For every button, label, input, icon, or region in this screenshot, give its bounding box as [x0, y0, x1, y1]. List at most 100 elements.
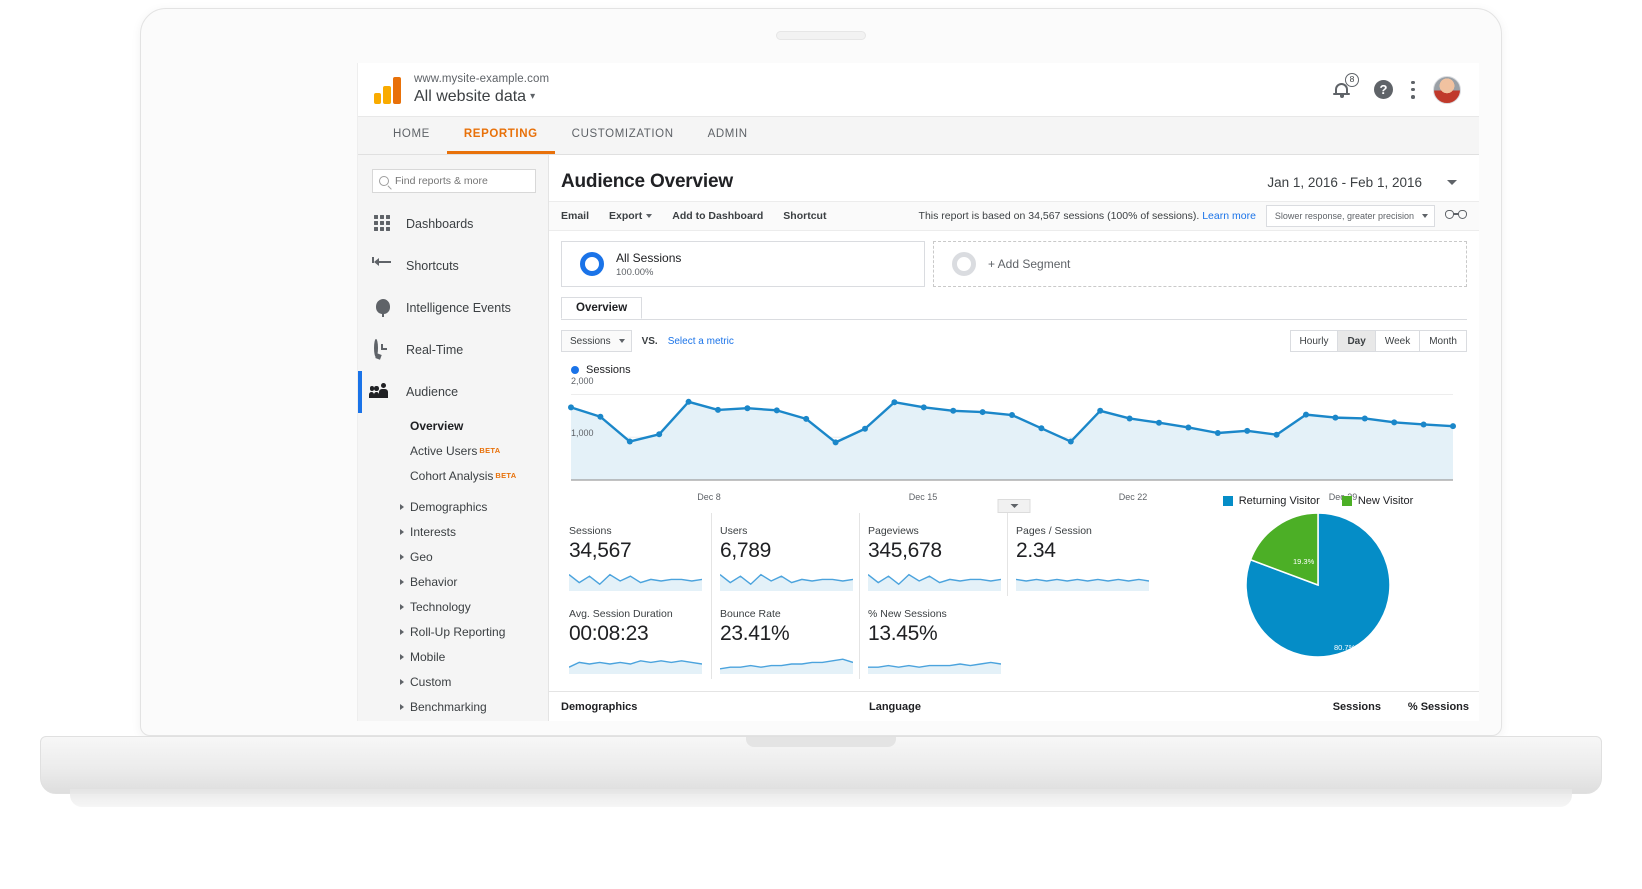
notifications-button[interactable]: 8 [1334, 79, 1356, 101]
date-range-picker[interactable]: Jan 1, 2016 - Feb 1, 2016 [1256, 171, 1457, 194]
tab-customization[interactable]: CUSTOMIZATION [555, 117, 691, 154]
sparkline [868, 569, 1001, 591]
beta-badge: BETA [479, 446, 500, 455]
sidebar-search [358, 165, 548, 203]
tab-reporting[interactable]: REPORTING [447, 117, 555, 154]
pie-legend-item-new[interactable]: New Visitor [1342, 495, 1413, 507]
sidebar-subitem-interests[interactable]: Interests [358, 519, 548, 544]
chart-collapse-button[interactable] [998, 499, 1031, 513]
tab-overview[interactable]: Overview [561, 297, 642, 319]
property-view-name: All website data▾ [414, 87, 549, 107]
metric-selector-row: Sessions VS. Select a metric Hourly Day … [549, 320, 1479, 352]
granularity-week[interactable]: Week [1376, 331, 1420, 351]
sidebar-subitem-behavior[interactable]: Behavior [358, 569, 548, 594]
chevron-right-icon [400, 604, 404, 610]
sidebar-subitem-overview[interactable]: Overview [358, 413, 548, 438]
sidebar-subitem-users-flow[interactable]: Users Flow [358, 719, 548, 721]
date-range-label[interactable]: Jan 1, 2016 - Feb 1, 2016 [1256, 171, 1433, 194]
sidebar-subitem-geo[interactable]: Geo [358, 544, 548, 569]
sidebar-subitem-roll-up-reporting[interactable]: Roll-Up Reporting [358, 619, 548, 644]
primary-metric-select[interactable]: Sessions [561, 330, 632, 352]
sidebar-subitem-mobile[interactable]: Mobile [358, 644, 548, 669]
sidebar-subitem-label: Behavior [410, 575, 457, 589]
metric-value: 13.45% [868, 622, 1007, 646]
x-axis-tick-1: Dec 15 [909, 492, 938, 502]
sessions-line-chart[interactable]: 2,000 1,000 Dec 8 Dec 15 Dec 22 Dec 29 [561, 380, 1467, 500]
search-box[interactable] [372, 169, 536, 193]
precision-selector[interactable]: Slower response, greater precision [1266, 205, 1435, 227]
chevron-down-icon[interactable] [1447, 180, 1457, 185]
add-to-dashboard-button[interactable]: Add to Dashboard [672, 210, 763, 222]
add-segment-label: + Add Segment [988, 257, 1070, 271]
granularity-month[interactable]: Month [1420, 331, 1466, 351]
metric-tile-avg-session-duration[interactable]: Avg. Session Duration 00:08:23 [561, 596, 711, 679]
sidebar-subitem-demographics[interactable]: Demographics [358, 494, 548, 519]
metric-label: Users [720, 525, 859, 537]
export-button[interactable]: Export [609, 210, 652, 222]
laptop-camera-notch [776, 31, 866, 40]
search-input[interactable] [395, 175, 529, 187]
chevron-down-icon[interactable]: ▾ [530, 91, 535, 102]
metric-label: Pageviews [868, 525, 1007, 537]
sidebar-item-shortcuts[interactable]: Shortcuts [358, 245, 548, 287]
sampling-note: This report is based on 34,567 sessions … [919, 210, 1256, 222]
learn-more-link[interactable]: Learn more [1202, 210, 1256, 222]
metric-tile-sessions[interactable]: Sessions 34,567 [561, 513, 711, 596]
sidebar-subitem-technology[interactable]: Technology [358, 594, 548, 619]
laptop-foot [70, 789, 1572, 807]
shortcut-button[interactable]: Shortcut [783, 210, 826, 222]
more-options-icon[interactable] [1411, 81, 1415, 99]
metric-tiles-row-1: Sessions 34,567 Users 6,789 Pageviews [561, 513, 1161, 596]
add-segment-button[interactable]: + Add Segment [933, 241, 1467, 287]
tab-admin[interactable]: ADMIN [691, 117, 765, 154]
balloon-icon [374, 299, 392, 317]
metric-tile-pct-new-sessions[interactable]: % New Sessions 13.45% [859, 596, 1007, 679]
chevron-right-icon [400, 629, 404, 635]
sidebar-subitem-cohort-analysis[interactable]: Cohort AnalysisBETA [358, 463, 548, 488]
sidebar-item-real-time[interactable]: Real-Time [358, 329, 548, 371]
sidebar-item-intelligence-events[interactable]: Intelligence Events [358, 287, 548, 329]
email-button[interactable]: Email [561, 210, 589, 222]
legend-label: Sessions [586, 364, 631, 376]
metric-tile-pageviews[interactable]: Pageviews 345,678 [859, 513, 1007, 596]
sidebar-item-dashboards[interactable]: Dashboards [358, 203, 548, 245]
metric-value: 34,567 [569, 539, 711, 563]
legend-label: Returning Visitor [1239, 495, 1320, 507]
sidebar: Dashboards Shortcuts Intelligence Events [358, 155, 549, 721]
sidebar-subitem-custom[interactable]: Custom [358, 669, 548, 694]
metric-label: Avg. Session Duration [569, 608, 711, 620]
segment-all-sessions[interactable]: All Sessions 100.00% [561, 241, 925, 287]
metric-tile-bounce-rate[interactable]: Bounce Rate 23.41% [711, 596, 859, 679]
sampling-note-prefix: This report is based on [919, 210, 1026, 222]
chevron-right-icon [400, 529, 404, 535]
pie-slice-label-returning: 80.7% [1334, 643, 1355, 652]
sidebar-subitem-benchmarking[interactable]: Benchmarking [358, 694, 548, 719]
help-icon[interactable]: ? [1374, 80, 1393, 99]
sparkline [569, 652, 702, 674]
sampling-goggles-icon[interactable] [1445, 210, 1467, 222]
sidebar-subitem-active-users[interactable]: Active UsersBETA [358, 438, 548, 463]
pie-legend-item-returning[interactable]: Returning Visitor [1223, 495, 1320, 507]
granularity-day[interactable]: Day [1338, 331, 1375, 351]
sidebar-subitem-label: Active Users [410, 444, 477, 458]
export-label: Export [609, 210, 642, 222]
vs-label: VS. [642, 336, 658, 347]
granularity-hourly[interactable]: Hourly [1291, 331, 1339, 351]
metric-tile-pages-per-session[interactable]: Pages / Session 2.34 [1007, 513, 1155, 596]
avatar[interactable] [1433, 76, 1461, 104]
primary-metric-label: Sessions [570, 336, 611, 347]
chevron-down-icon [1422, 214, 1428, 218]
sidebar-item-label: Dashboards [406, 217, 473, 231]
visitor-type-pie-chart[interactable]: Returning Visitor New Visitor 19.3% 80.7… [1173, 495, 1463, 673]
select-a-metric-link[interactable]: Select a metric [668, 336, 734, 347]
sidebar-item-audience[interactable]: Audience [358, 371, 548, 413]
tab-home[interactable]: HOME [376, 117, 447, 154]
chevron-right-icon [400, 554, 404, 560]
metric-tile-users[interactable]: Users 6,789 [711, 513, 859, 596]
granularity-toggle: Hourly Day Week Month [1290, 330, 1467, 352]
bottom-header-sessions: Sessions [1333, 701, 1381, 713]
sessions-chart-svg [561, 380, 1459, 490]
chevron-down-icon [1010, 504, 1018, 508]
sampling-sessions-count: 34,567 [1028, 210, 1060, 222]
account-selector[interactable]: www.mysite-example.com All website data▾ [414, 72, 549, 107]
